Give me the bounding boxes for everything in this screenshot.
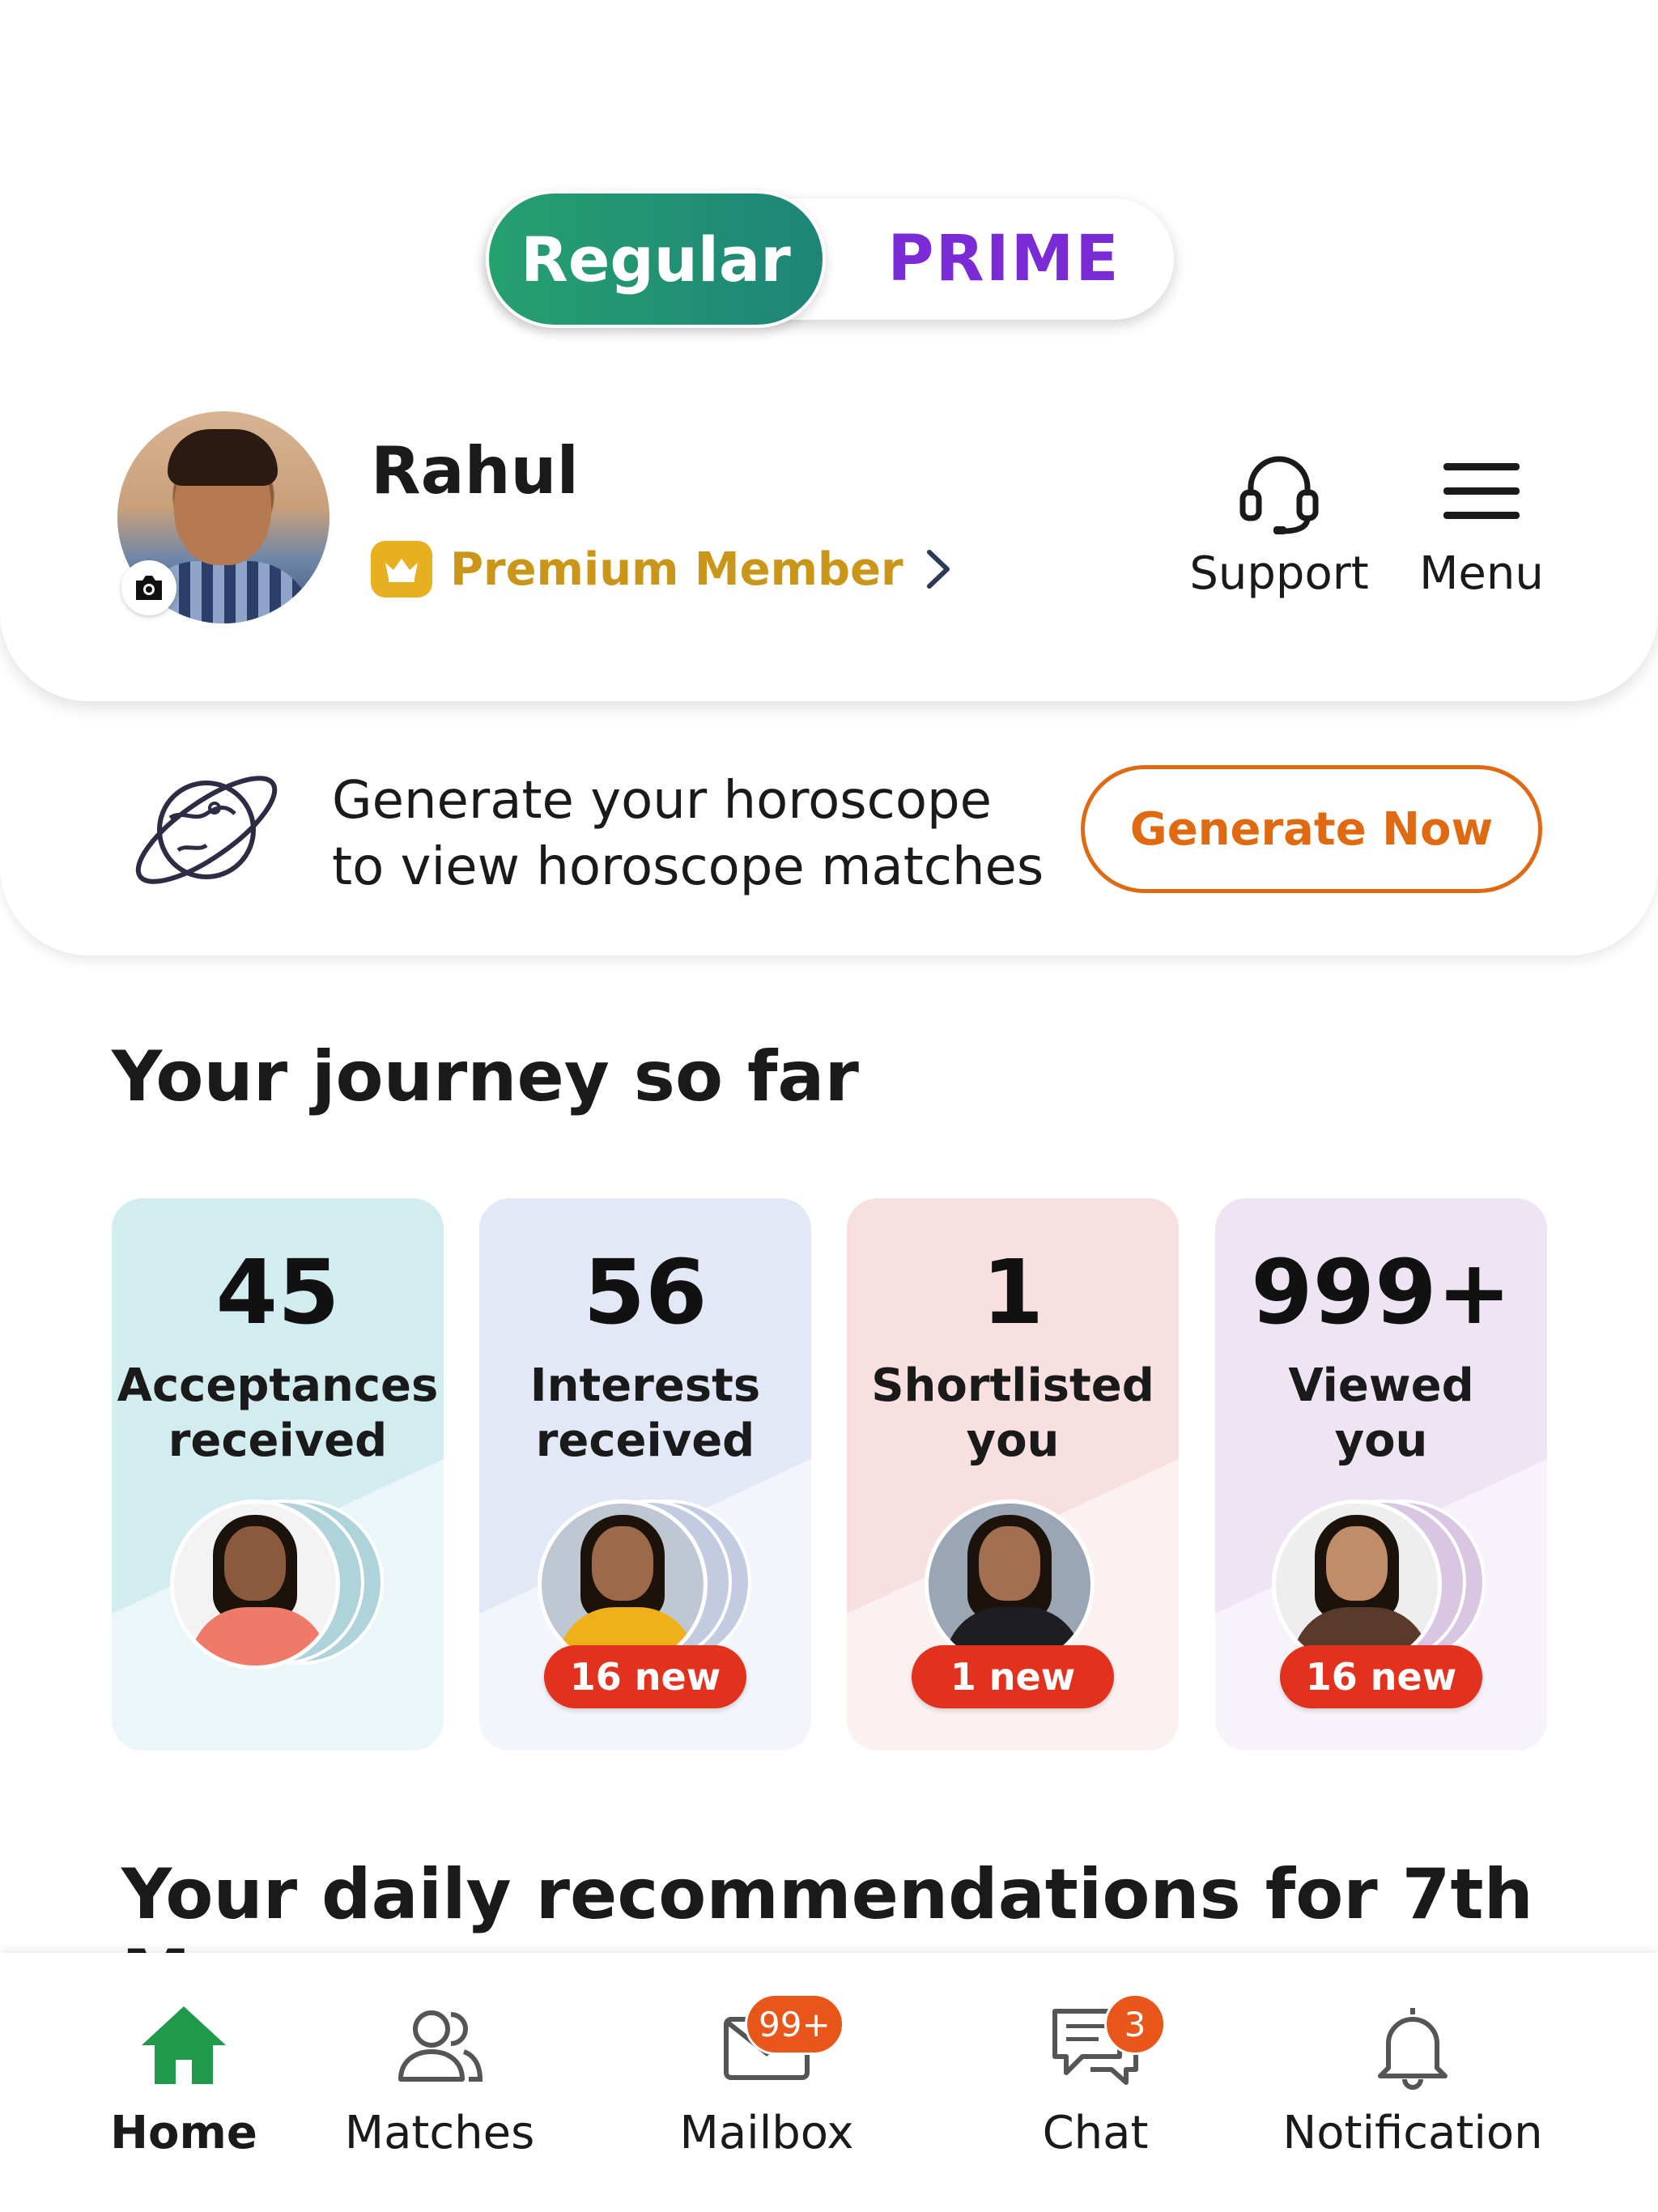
chevron-right-icon	[926, 550, 950, 589]
generate-now-button[interactable]: Generate Now	[1081, 765, 1542, 893]
nav-home[interactable]: Home	[50, 2001, 317, 2159]
interests-label: Interests received	[529, 1359, 761, 1467]
acceptances-label: Acceptances received	[117, 1359, 439, 1467]
hamburger-menu-icon	[1443, 463, 1520, 519]
nav-notification[interactable]: Notification	[1279, 2001, 1546, 2159]
journey-section-title: Your journey so far	[112, 1036, 859, 1117]
horoscope-message: Generate your horoscope to view horoscop…	[332, 768, 1044, 900]
users-icon	[398, 2010, 483, 2082]
viewed-count: 999+	[1251, 1240, 1511, 1344]
profile-thumbnail	[1272, 1499, 1442, 1670]
nav-chat[interactable]: Chat 3	[962, 1993, 1229, 2159]
membership-link[interactable]: Premium Member	[371, 541, 952, 598]
mailbox-count-badge: 99+	[745, 1993, 844, 2055]
profile-photo-stack	[1272, 1499, 1490, 1670]
camera-icon[interactable]	[121, 560, 176, 615]
planet-icon	[135, 776, 278, 884]
profile-header: Regular PRIME Rahul Premium Member Suppo…	[0, 0, 1658, 701]
support-label: Support	[1189, 547, 1369, 600]
plan-regular-tab[interactable]: Regular	[486, 190, 826, 328]
bottom-nav: Home Matches Mailbox 99+ Chat 3 Notifica…	[0, 1953, 1658, 2212]
nav-mailbox-label: Mailbox	[679, 2107, 854, 2159]
profile-photo-stack	[538, 1499, 756, 1670]
menu-label: Menu	[1419, 547, 1544, 600]
horoscope-line-2: to view horoscope matches	[332, 837, 1044, 897]
headset-icon	[1239, 456, 1319, 534]
shortlisted-count: 1	[981, 1240, 1044, 1344]
nav-home-label: Home	[110, 2107, 257, 2159]
interests-count: 56	[583, 1240, 708, 1344]
user-name: Rahul	[371, 433, 579, 508]
menu-button[interactable]: Menu	[1392, 447, 1571, 600]
new-count-badge: 16 new	[1280, 1645, 1482, 1708]
nav-chat-label: Chat	[1042, 2107, 1149, 2159]
profile-thumbnail	[170, 1499, 340, 1670]
horoscope-line-1: Generate your horoscope	[332, 771, 992, 831]
acceptances-count: 45	[215, 1240, 340, 1344]
plan-toggle[interactable]: Regular PRIME	[486, 190, 1174, 328]
profile-thumbnail	[925, 1499, 1095, 1670]
plan-prime-tab[interactable]: PRIME	[858, 198, 1150, 320]
viewed-card[interactable]: 999+ Viewed you 16 new	[1215, 1198, 1547, 1750]
chat-count-badge: 3	[1104, 1993, 1166, 2055]
profile-thumbnail	[538, 1499, 708, 1670]
nav-matches-label: Matches	[344, 2107, 535, 2159]
shortlisted-label: Shortlisted you	[871, 1359, 1154, 1467]
shortlisted-card[interactable]: 1 Shortlisted you 1 new	[847, 1198, 1179, 1750]
acceptances-card[interactable]: 45 Acceptances received	[112, 1198, 444, 1750]
support-button[interactable]: Support	[1182, 447, 1376, 600]
new-count-badge: 1 new	[912, 1645, 1114, 1708]
bell-icon	[1378, 2008, 1448, 2090]
viewed-label: Viewed you	[1288, 1359, 1474, 1467]
new-count-badge: 16 new	[544, 1645, 746, 1708]
crown-icon	[371, 541, 432, 598]
membership-label: Premium Member	[450, 542, 903, 596]
profile-photo-stack	[170, 1499, 389, 1670]
nav-matches[interactable]: Matches	[306, 2001, 573, 2159]
interests-card[interactable]: 56 Interests received 16 new	[479, 1198, 811, 1750]
nav-notification-label: Notification	[1282, 2107, 1543, 2159]
home-icon	[142, 2006, 226, 2084]
nav-mailbox[interactable]: Mailbox 99+	[633, 1993, 900, 2159]
profile-photo-stack	[925, 1499, 1143, 1670]
